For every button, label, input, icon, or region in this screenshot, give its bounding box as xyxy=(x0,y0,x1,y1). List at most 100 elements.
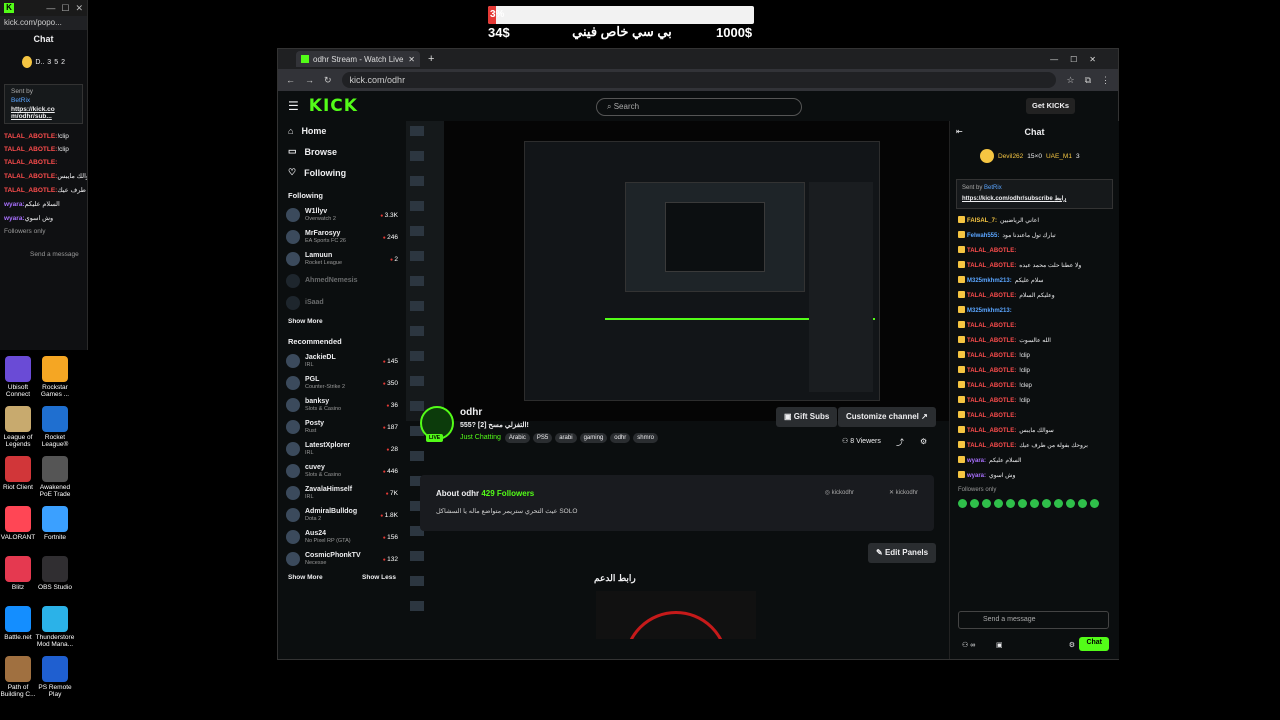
show-less-recommended[interactable]: Show Less xyxy=(362,574,396,581)
chat-username[interactable]: TALAL_ABOTLE: xyxy=(967,323,1016,329)
chat-username[interactable]: TALAL_ABOTLE: xyxy=(967,383,1016,389)
close-icon[interactable]: ✕ xyxy=(75,3,83,14)
top-user-2[interactable]: UAE_M1 xyxy=(1046,153,1072,160)
support-panel-image[interactable] xyxy=(596,591,756,639)
social-link-2[interactable]: ✕ kickodhr xyxy=(889,489,918,496)
mini-username[interactable]: TALAL_ABOTLE: xyxy=(4,133,57,140)
chat-username[interactable]: TALAL_ABOTLE: xyxy=(967,263,1016,269)
sidebar-channel[interactable]: LamuunRocket League 2 xyxy=(278,248,406,270)
chat-username[interactable]: TALAL_ABOTLE: xyxy=(967,398,1016,404)
kick-logo[interactable]: KICK xyxy=(309,96,358,116)
emote-icon[interactable] xyxy=(1030,499,1039,508)
menu-dots-icon[interactable]: ⋮ xyxy=(1101,75,1110,86)
stream-tag[interactable]: arabi xyxy=(555,433,577,443)
desktop-shortcut[interactable]: Thunderstore Mod Mana... xyxy=(33,606,77,648)
mini-username[interactable]: TALAL_ABOTLE: xyxy=(4,173,57,180)
mini-pinned-link[interactable]: https://kick.co m/odhr/sub... xyxy=(7,105,80,121)
mini-username[interactable]: TALAL_ABOTLE: xyxy=(4,146,57,153)
sidebar-channel[interactable]: cuveySlots & Casino 446 xyxy=(278,460,406,482)
sidebar-channel[interactable]: CosmicPhonkTVNecesse 132 xyxy=(278,548,406,570)
stream-tag[interactable]: gaming xyxy=(579,433,608,443)
stream-tag[interactable]: Arabic xyxy=(504,433,530,443)
mini-username[interactable]: wyara: xyxy=(4,201,25,208)
emote-icon[interactable] xyxy=(970,499,979,508)
url-input[interactable]: kick.com/odhr xyxy=(341,72,1057,88)
gift-icon[interactable]: ▣ xyxy=(996,641,1003,649)
forward-icon[interactable]: → xyxy=(305,75,314,85)
edit-panels-button[interactable]: ✎ Edit Panels xyxy=(868,543,937,563)
back-icon[interactable]: ← xyxy=(286,75,295,85)
stream-tag[interactable]: PS5 xyxy=(532,433,553,443)
chat-username[interactable]: FAISAL_7: xyxy=(967,218,997,224)
emote-icon[interactable] xyxy=(1006,499,1015,508)
gift-subs-button[interactable]: ▣ Gift Subs xyxy=(776,407,838,427)
chat-username[interactable]: wyara: xyxy=(967,473,986,479)
sidebar-channel[interactable]: ZavalaHimselfIRL 7K xyxy=(278,482,406,504)
channel-name[interactable]: odhr xyxy=(460,407,482,418)
mini-username[interactable]: TALAL_ABOTLE: xyxy=(4,159,57,166)
desktop-shortcut[interactable]: PS Remote Play xyxy=(33,656,77,698)
chat-username[interactable]: TALAL_ABOTLE: xyxy=(967,413,1016,419)
window-controls[interactable]: —☐✕ xyxy=(1050,55,1108,64)
sidebar-channel[interactable]: banksySlots & Casino 36 xyxy=(278,394,406,416)
mini-url[interactable]: kick.com/popo... xyxy=(0,16,87,30)
nav-following[interactable]: ♡ Following xyxy=(278,162,406,183)
tab-close-icon[interactable]: ✕ xyxy=(408,55,415,64)
desktop-shortcut[interactable]: Rockstar Games ... xyxy=(33,356,77,398)
chat-username[interactable]: TALAL_ABOTLE: xyxy=(967,443,1016,449)
nav-home[interactable]: ⌂ Home xyxy=(278,121,406,141)
settings-gear-icon[interactable]: ⚙ xyxy=(1069,641,1075,649)
chat-tools-icon[interactable]: ⚇ ∞ xyxy=(962,641,975,649)
emote-icon[interactable] xyxy=(1054,499,1063,508)
chat-username[interactable]: TALAL_ABOTLE: xyxy=(967,368,1016,374)
chat-send-button[interactable]: Chat xyxy=(1079,637,1109,651)
chat-username[interactable]: TALAL_ABOTLE: xyxy=(967,353,1016,359)
sidebar-channel[interactable]: Aus24No Pixel RP (GTA) 156 xyxy=(278,526,406,548)
hamburger-icon[interactable]: ☰ xyxy=(288,99,299,113)
desktop-shortcut[interactable]: Awakened PoE Trade xyxy=(33,456,77,498)
minimize-icon[interactable]: — xyxy=(46,3,55,13)
chat-username[interactable]: TALAL_ABOTLE: xyxy=(967,338,1016,344)
stream-tag[interactable]: odhr xyxy=(610,433,631,443)
chat-username[interactable]: TALAL_ABOTLE: xyxy=(967,428,1016,434)
stream-tag[interactable]: shmro xyxy=(633,433,658,443)
sidebar-channel[interactable]: PGLCounter-Strike 2 350 xyxy=(278,372,406,394)
sidebar-channel[interactable]: W1llyvOverwatch 2 3.3K xyxy=(278,204,406,226)
category-link[interactable]: Just Chatting xyxy=(460,434,501,441)
emote-icon[interactable] xyxy=(982,499,991,508)
show-more-recommended[interactable]: Show More xyxy=(288,574,323,581)
chat-username[interactable]: Felwah555: xyxy=(967,233,999,239)
desktop-shortcut[interactable]: Fortnite xyxy=(33,506,77,541)
sidebar-channel[interactable]: LatestXplorerIRL 28 xyxy=(278,438,406,460)
sidebar-channel[interactable]: iSaad xyxy=(278,292,406,314)
maximize-icon[interactable]: ☐ xyxy=(61,3,69,14)
emote-icon[interactable] xyxy=(1078,499,1087,508)
emote-icon[interactable] xyxy=(958,499,967,508)
mini-send-input[interactable]: Send a message xyxy=(0,250,87,259)
sidebar-channel[interactable]: MrFarosyyEA Sports FC 26 246 xyxy=(278,226,406,248)
chat-username[interactable]: M325mkhm213: xyxy=(967,308,1012,314)
chat-username[interactable]: wyara: xyxy=(967,458,986,464)
video-player[interactable] xyxy=(444,121,950,421)
emote-icon[interactable] xyxy=(1090,499,1099,508)
social-link-1[interactable]: ◎ kickodhr xyxy=(825,489,854,496)
chat-input[interactable]: Send a message xyxy=(958,611,1109,629)
collapse-chat-icon[interactable]: ⇤ xyxy=(956,127,963,136)
show-more-following[interactable]: Show More xyxy=(278,314,406,329)
customize-channel-button[interactable]: Customize channel ↗ xyxy=(838,407,936,427)
mini-username[interactable]: TALAL_ABOTLE: xyxy=(4,187,57,194)
reload-icon[interactable]: ↻ xyxy=(324,75,332,86)
sidebar-channel[interactable]: AhmedNemesis xyxy=(278,270,406,292)
pinned-link[interactable]: https://kick.com/odhr/subscribe رابط xyxy=(960,194,1109,205)
sidebar-channel[interactable]: JackieDLIRL 145 xyxy=(278,350,406,372)
bookmark-star-icon[interactable]: ☆ xyxy=(1066,75,1074,86)
extensions-icon[interactable]: ⧉ xyxy=(1085,75,1091,86)
top-user-1[interactable]: Devil262 xyxy=(998,153,1023,160)
share-icon[interactable]: ⤴ xyxy=(896,437,904,448)
new-tab-icon[interactable]: + xyxy=(428,53,434,65)
emote-icon[interactable] xyxy=(1018,499,1027,508)
nav-browse[interactable]: ▭ Browse xyxy=(278,141,406,162)
sidebar-channel[interactable]: AdmiralBulldogDota 2 1.8K xyxy=(278,504,406,526)
get-kicks-button[interactable]: Get KICKs xyxy=(1026,98,1076,114)
emote-icon[interactable] xyxy=(994,499,1003,508)
